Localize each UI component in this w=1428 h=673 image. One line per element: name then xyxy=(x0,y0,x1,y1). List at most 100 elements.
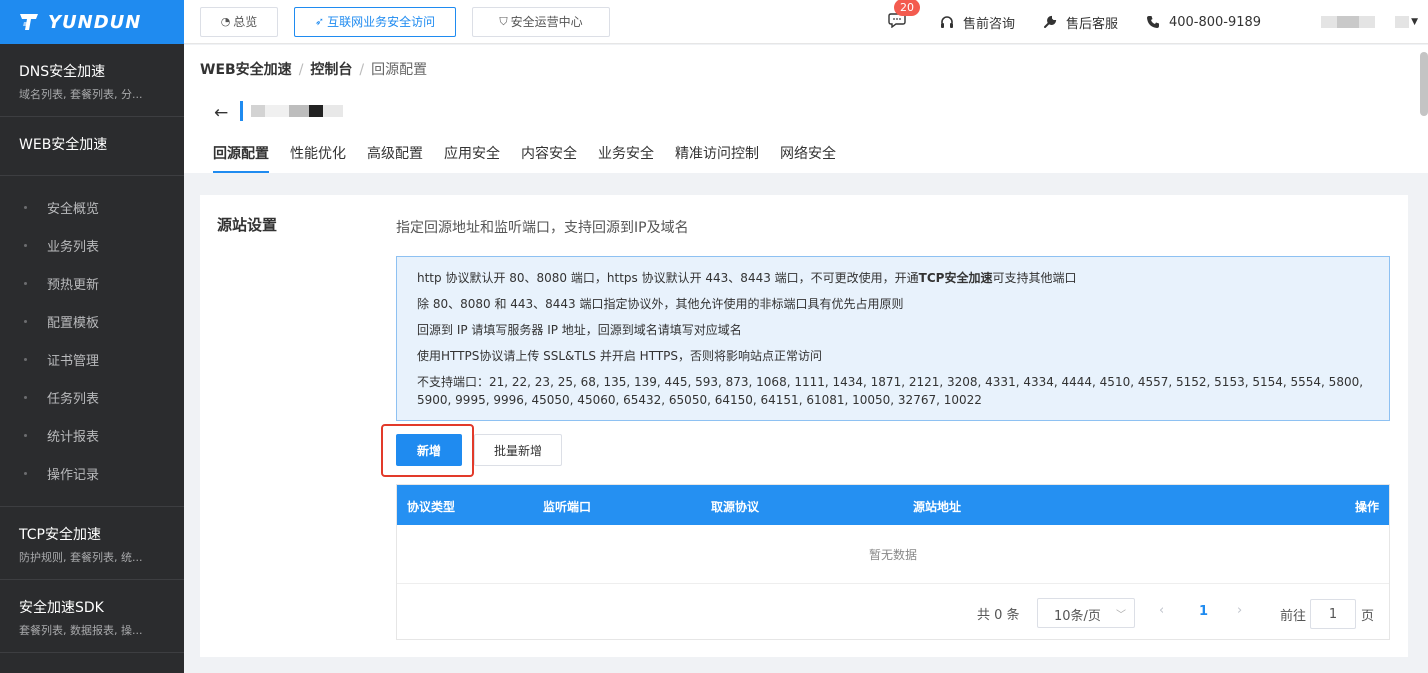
caret-down-icon: ▼ xyxy=(1411,17,1418,27)
domain-mask xyxy=(309,105,323,117)
sidebar-item-security-overview[interactable]: 安全概览 xyxy=(0,188,184,226)
aftersale-link[interactable]: 售后客服 xyxy=(1043,13,1118,32)
overview-button[interactable]: ◔ 总览 xyxy=(200,6,278,37)
username-masked xyxy=(1395,16,1410,28)
sidebar-item-label: 配置模板 xyxy=(47,315,100,331)
sidebar-item-certificates[interactable]: 证书管理 xyxy=(0,340,184,378)
breadcrumb: WEB安全加速 / 控制台 / 回源配置 xyxy=(200,59,427,79)
sidebar-item-config-template[interactable]: 配置模板 xyxy=(0,302,184,340)
internet-access-button[interactable]: ➶ 互联网业务安全访问 xyxy=(294,6,456,37)
message-button[interactable]: 20 xyxy=(888,0,920,32)
back-arrow-icon[interactable]: ← xyxy=(214,103,228,123)
sidebar-item-tasks[interactable]: 任务列表 xyxy=(0,378,184,416)
domain-mask xyxy=(251,105,265,117)
page-size-select[interactable]: 10条/页 ﹀ xyxy=(1037,598,1135,628)
brand-name: YUNDUN xyxy=(48,11,142,33)
aftersale-label: 售后客服 xyxy=(1065,16,1118,32)
column-actions: 操作 xyxy=(1354,500,1379,514)
notice-text: http 协议默认开 80、8080 端口，https 协议默认开 443、84… xyxy=(417,271,919,285)
pagination: 共 0 条 10条/页 ﹀ ‹ 1 › 前往 1 页 xyxy=(397,584,1389,639)
overview-label: 总览 xyxy=(233,15,258,29)
bullet-icon xyxy=(24,281,27,285)
tab-content-security[interactable]: 内容安全 xyxy=(521,143,577,173)
page-header: WEB安全加速 / 控制台 / 回源配置 ← 回源配置 性能优化 高级配置 应用安全 内… xyxy=(184,45,1428,173)
column-listen-port: 监听端口 xyxy=(543,500,592,514)
bullet-icon xyxy=(24,395,27,399)
username-masked xyxy=(1375,16,1396,28)
empty-text: 暂无数据 xyxy=(868,547,917,562)
config-tabs: 回源配置 性能优化 高级配置 应用安全 内容安全 业务安全 精准访问控制 网络安… xyxy=(213,143,857,173)
top-right-tools: 20 售前咨询 售后客服 400-800-9189 ▼ xyxy=(888,0,1428,44)
sidebar-item-business-list[interactable]: 业务列表 xyxy=(0,226,184,264)
column-protocol-type: 协议类型 xyxy=(407,500,456,514)
sidebar-group-tcp[interactable]: TCP安全加速 防护规则, 套餐列表, 统... xyxy=(0,507,184,580)
sidebar-web-submenu: 安全概览 业务列表 预热更新 配置模板 证书管理 任务列表 统计报表 操作记录 xyxy=(0,176,184,507)
wrench-icon xyxy=(1043,15,1057,28)
bullet-icon xyxy=(24,433,27,437)
bullet-icon xyxy=(24,319,27,323)
sidebar-item-label: 业务列表 xyxy=(47,239,100,255)
origin-table: 协议类型 监听端口 取源协议 源站地址 操作 暂无数据 共 0 条 10条/页 … xyxy=(396,484,1390,640)
notice-line: 除 80、8080 和 443、8443 端口指定协议外，其他允许使用的非标端口… xyxy=(417,297,904,311)
goto-page-input[interactable]: 1 xyxy=(1310,599,1356,629)
sidebar-group-web[interactable]: WEB安全加速 xyxy=(0,117,184,176)
breadcrumb-item[interactable]: WEB安全加速 xyxy=(200,62,292,78)
info-notice: http 协议默认开 80、8080 端口，https 协议默认开 443、84… xyxy=(396,256,1390,421)
sidebar-group-title: DNS安全加速 xyxy=(19,64,106,80)
sidebar-item-label: 安全概览 xyxy=(47,201,100,217)
tab-business-security[interactable]: 业务安全 xyxy=(598,143,654,173)
domain-mask xyxy=(265,105,289,117)
domain-name-masked xyxy=(240,101,343,121)
add-button[interactable]: 新增 xyxy=(396,434,462,466)
scrollbar[interactable] xyxy=(1420,52,1428,116)
unsupported-ports-line: 不支持端口：21, 22, 23, 25, 68, 135, 139, 445,… xyxy=(417,375,1364,407)
sidebar-item-label: 预热更新 xyxy=(47,277,100,293)
sidebar-group-subtitle: 防护规则, 套餐列表, 统... xyxy=(19,551,143,564)
breadcrumb-item[interactable]: 控制台 xyxy=(310,62,352,78)
next-page-icon[interactable]: › xyxy=(1237,603,1242,618)
presale-link[interactable]: 售前咨询 xyxy=(940,13,1015,32)
table-empty-row: 暂无数据 xyxy=(397,525,1389,584)
tab-advanced[interactable]: 高级配置 xyxy=(367,143,423,173)
yundun-logo-icon xyxy=(20,14,38,30)
internet-access-label: 互联网业务安全访问 xyxy=(327,15,436,29)
username-masked xyxy=(1337,16,1360,28)
sidebar-group-subtitle: 套餐列表, 数据报表, 操... xyxy=(19,624,143,637)
notice-bold-text: TCP安全加速 xyxy=(918,271,993,285)
batch-add-button[interactable]: 批量新增 xyxy=(474,434,562,466)
chevron-down-icon: ﹀ xyxy=(1116,610,1126,621)
notice-line: 使用HTTPS协议请上传 SSL&TLS 并开启 HTTPS，否则将影响站点正常… xyxy=(417,349,823,363)
sidebar-group-dns[interactable]: DNS安全加速 域名列表, 套餐列表, 分... xyxy=(0,44,184,117)
sidebar-item-label: 任务列表 xyxy=(47,391,100,407)
notice-text: 可支持其他端口 xyxy=(992,271,1077,285)
notice-line: http 协议默认开 80、8080 端口，https 协议默认开 443、84… xyxy=(417,265,1369,291)
soc-button[interactable]: ⛉ 安全运营中心 xyxy=(472,6,610,37)
column-origin-address: 源站地址 xyxy=(913,500,962,514)
bullet-icon xyxy=(24,243,27,247)
notice-line: 回源到 IP 请填写服务器 IP 地址，回源到域名请填写对应域名 xyxy=(417,323,742,337)
prev-page-icon[interactable]: ‹ xyxy=(1159,603,1164,618)
sidebar-group-title: WEB安全加速 xyxy=(19,137,108,153)
logo[interactable]: YUNDUN xyxy=(0,0,184,44)
domain-accent-bar xyxy=(240,101,243,121)
tab-app-security[interactable]: 应用安全 xyxy=(444,143,500,173)
sidebar-item-preheat[interactable]: 预热更新 xyxy=(0,264,184,302)
total-count: 共 0 条 xyxy=(977,608,1020,623)
section-description: 指定回源地址和监听端口，支持回源到IP及域名 xyxy=(396,220,689,236)
page-number-current[interactable]: 1 xyxy=(1199,604,1208,619)
tab-access-control[interactable]: 精准访问控制 xyxy=(675,143,759,173)
tab-origin-config[interactable]: 回源配置 xyxy=(213,143,269,173)
sidebar-item-reports[interactable]: 统计报表 xyxy=(0,416,184,454)
presale-label: 售前咨询 xyxy=(962,16,1015,32)
sidebar: YUNDUN DNS安全加速 域名列表, 套餐列表, 分... WEB安全加速 … xyxy=(0,0,184,673)
user-menu[interactable]: ▼ xyxy=(1321,16,1418,28)
sidebar-item-operation-log[interactable]: 操作记录 xyxy=(0,454,184,492)
page-size-value: 10条/页 xyxy=(1054,609,1101,624)
sidebar-group-sdk[interactable]: 安全加速SDK 套餐列表, 数据报表, 操... xyxy=(0,580,184,653)
tab-network-security[interactable]: 网络安全 xyxy=(780,143,836,173)
tab-performance[interactable]: 性能优化 xyxy=(290,143,346,173)
sidebar-item-label: 统计报表 xyxy=(47,429,100,445)
page-unit-label: 页 xyxy=(1361,609,1375,624)
breadcrumb-separator: / xyxy=(359,62,365,78)
phone-link[interactable]: 400-800-9189 xyxy=(1146,15,1261,30)
